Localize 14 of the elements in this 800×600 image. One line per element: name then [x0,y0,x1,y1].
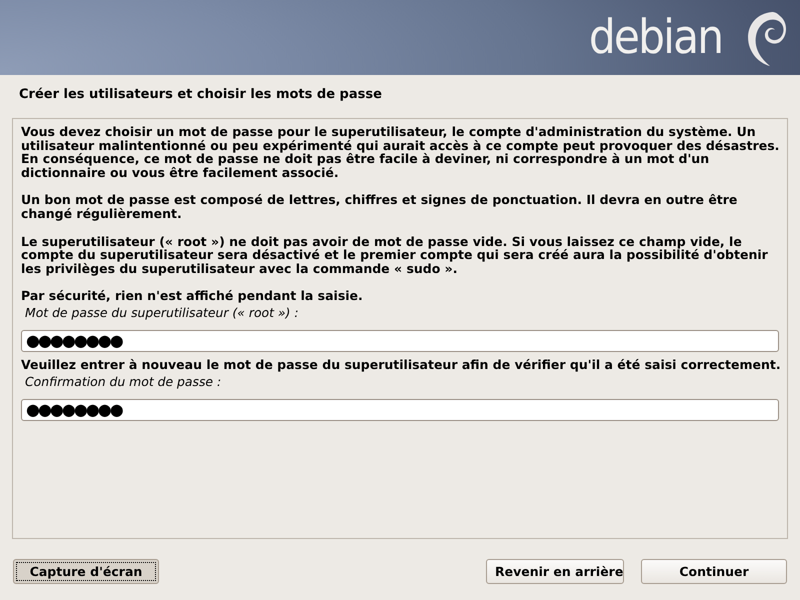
button[interactable]: Capture d'écran [13,559,159,584]
page-title: Créer les utilisateurs et choisir les mots de passe [18,86,383,104]
password-field[interactable]: ●●●●●●●● [21,330,779,352]
field-label: Confirmation du mot de passe : [24,374,222,389]
description-text: Un bon mot de passe est composé de lettres, chiffres et signes de ponctuation. Il devra en outre être changé régulièrement. [21,193,738,221]
description-text: Le superutilisateur (« root ») ne doit pas avoir de mot de passe vide. Si vous laissez ce champ vide, le compte du superutilisateur sera désactivé et le premier compte qui sera créé aura la possibilité d'obtenir les privilèges du superutilisateur avec la commande « sudo ». [21,234,769,276]
button[interactable]: Continuer [641,559,787,584]
button[interactable]: Revenir en arrière [486,559,624,584]
debian-logo: debian [588,10,722,65]
description-text: Par sécurité, rien n'est affiché pendant la saisie. [21,289,364,303]
description-text: Vous devez choisir un mot de passe pour le superutilisateur, le compte d'administration du système. Un utilisateur malintentionné ou peu expérimenté qui aurait accès à ce compte peut provoquer des désastres. En conséquence, ce mot de passe ne doit pas être facile à deviner, ni correspondre à un mot d'un dictionnaire ou vous être facilement associé. [21,125,780,180]
password-field[interactable]: ●●●●●●●● [21,398,779,421]
description-text: Veuillez entrer à nouveau le mot de passe du superutilisateur afin de vérifier qu'il a été saisi correctement. [21,358,782,372]
field-label: Mot de passe du superutilisateur (« root ») : [24,304,300,320]
